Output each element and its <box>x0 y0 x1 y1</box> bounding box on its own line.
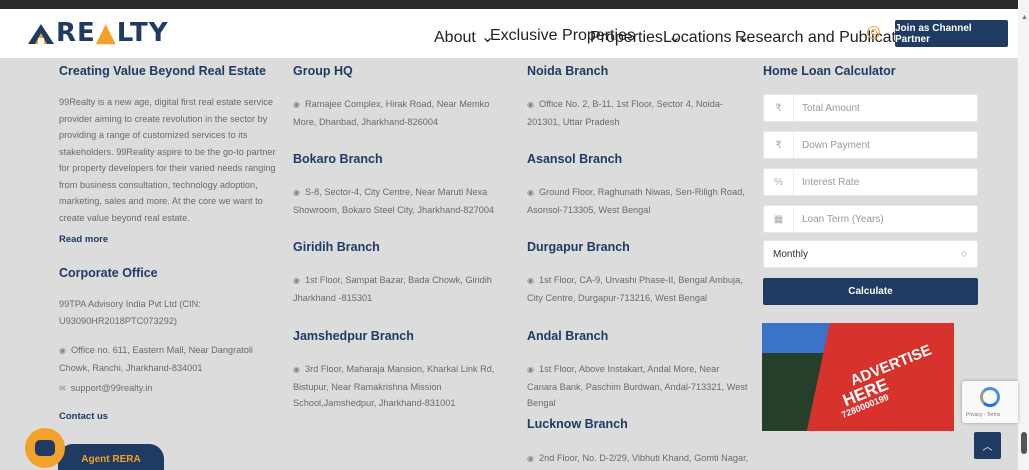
group-hq-address: ◉ Ramajee Complex, Hirak Road, Near Memko… <box>293 99 490 127</box>
chevron-up-icon: ︿ <box>982 442 993 453</box>
total-amount-input[interactable]: ₹ Total Amount <box>763 94 978 122</box>
rupee-icon: ₹ <box>764 132 794 158</box>
map-pin-icon: ◉ <box>293 276 300 285</box>
jamshedpur-address: ◉ 3rd Floor, Maharaja Mansion, Kharkai Li… <box>293 364 495 408</box>
recaptcha-icon <box>980 387 1000 407</box>
loan-term-placeholder: Loan Term (Years) <box>802 213 884 225</box>
logo-wordmark: RE▲LTY <box>56 18 169 48</box>
recaptcha-terms[interactable]: Privacy - Terms <box>966 412 1000 418</box>
chat-widget-button[interactable] <box>25 428 65 468</box>
asansol-address: ◉ Ground Floor, Raghunath Niwas, Sen-Rili… <box>527 187 745 215</box>
scroll-up-arrow-icon[interactable]: ▲ <box>1021 14 1028 21</box>
frequency-value: Monthly <box>773 248 809 260</box>
agent-rera-button[interactable]: Agent RERA <box>58 444 164 470</box>
contact-us-link[interactable]: Contact us <box>59 411 108 422</box>
advertise-here-banner[interactable]: ADVERTISE HERE 7280000199 <box>762 323 954 431</box>
logo-a-glyph-icon: ▲ <box>95 18 117 48</box>
corporate-company: 99TPA Advisory India Pvt Ltd (CIN: U9309… <box>59 299 201 326</box>
corporate-address: ◉ Office no. 611, Eastern Mall, Near Dang… <box>59 345 253 373</box>
site-header: RE▲LTY About ⌄ Exclusive Properties Prope… <box>0 9 1018 58</box>
rupee-icon: ₹ <box>764 95 794 121</box>
percent-icon: % <box>764 169 794 195</box>
join-channel-partner-button[interactable]: Join as Channel Partner <box>895 20 1008 47</box>
read-more-link[interactable]: Read more <box>59 234 108 245</box>
jamshedpur-heading: Jamshedpur Branch <box>293 329 414 343</box>
map-pin-icon: ◉ <box>527 454 534 463</box>
andal-heading: Andal Branch <box>527 329 609 343</box>
home-loan-calculator-heading: Home Loan Calculator <box>763 64 896 78</box>
map-pin-icon: ◉ <box>293 188 300 197</box>
group-hq-heading: Group HQ <box>293 64 353 78</box>
envelope-icon: ✉ <box>59 384 66 393</box>
map-pin-icon: ◉ <box>527 188 534 197</box>
map-pin-icon: ◉ <box>527 276 534 285</box>
site-logo[interactable]: RE▲LTY <box>26 16 169 50</box>
map-pin-icon: ◉ <box>527 365 534 374</box>
total-amount-placeholder: Total Amount <box>802 102 860 114</box>
down-payment-input[interactable]: ₹ Down Payment <box>763 131 978 159</box>
interest-rate-placeholder: Interest Rate <box>802 176 860 188</box>
noida-heading: Noida Branch <box>527 64 609 78</box>
map-pin-icon: ◉ <box>527 100 534 109</box>
payment-frequency-select[interactable]: Monthly ◇ <box>763 240 978 268</box>
lucknow-heading: Lucknow Branch <box>527 417 628 431</box>
durgapur-heading: Durgapur Branch <box>527 240 630 254</box>
page-scrollbar[interactable] <box>1018 0 1029 470</box>
about-body: 99Realty is a new age, digital first rea… <box>59 97 276 223</box>
giridih-heading: Giridih Branch <box>293 240 380 254</box>
map-pin-icon: ◉ <box>59 346 66 355</box>
noida-address: ◉ Office No. 2, B-11, 1st Floor, Sector 4… <box>527 99 723 127</box>
about-heading: Creating Value Beyond Real Estate <box>59 64 267 78</box>
asansol-heading: Asansol Branch <box>527 152 623 166</box>
back-to-top-button[interactable]: ︿ <box>974 432 1001 459</box>
andal-address: ◉ 1st Floor, Above Instakart, Andal More,… <box>527 364 748 408</box>
bokaro-address: ◉ S-8, Sector-4, City Centre, Near Maruti… <box>293 187 495 215</box>
map-pin-icon: ◉ <box>293 100 300 109</box>
house-logo-icon <box>28 24 54 44</box>
calendar-icon: ▦ <box>764 206 794 232</box>
recaptcha-badge[interactable]: Privacy - Terms <box>962 381 1018 423</box>
corporate-office-heading: Corporate Office <box>59 266 158 280</box>
down-payment-placeholder: Down Payment <box>802 139 870 151</box>
lucknow-address: ◉ 2nd Floor, No. D-2/29, Vibhuti Khand, G… <box>527 450 751 468</box>
user-account-icon[interactable] <box>867 26 880 39</box>
scrollbar-thumb[interactable] <box>1021 432 1027 454</box>
loan-term-input[interactable]: ▦ Loan Term (Years) <box>763 205 978 233</box>
corporate-email[interactable]: ✉ support@99realty.in <box>59 380 279 398</box>
browser-top-strip <box>0 0 1018 9</box>
map-pin-icon: ◉ <box>293 365 300 374</box>
chat-icon <box>35 440 55 456</box>
interest-rate-input[interactable]: % Interest Rate <box>763 168 978 196</box>
select-arrows-icon: ◇ <box>960 249 967 258</box>
bokaro-heading: Bokaro Branch <box>293 152 383 166</box>
calculate-button[interactable]: Calculate <box>763 278 978 305</box>
nav-about[interactable]: About ⌄ <box>434 27 494 47</box>
durgapur-address: ◉ 1st Floor, CA-9, Urvashi Phase-II, Beng… <box>527 275 743 303</box>
giridih-address: ◉ 1st Floor, Sampat Bazar, Bada Chowk, Gi… <box>293 275 492 303</box>
